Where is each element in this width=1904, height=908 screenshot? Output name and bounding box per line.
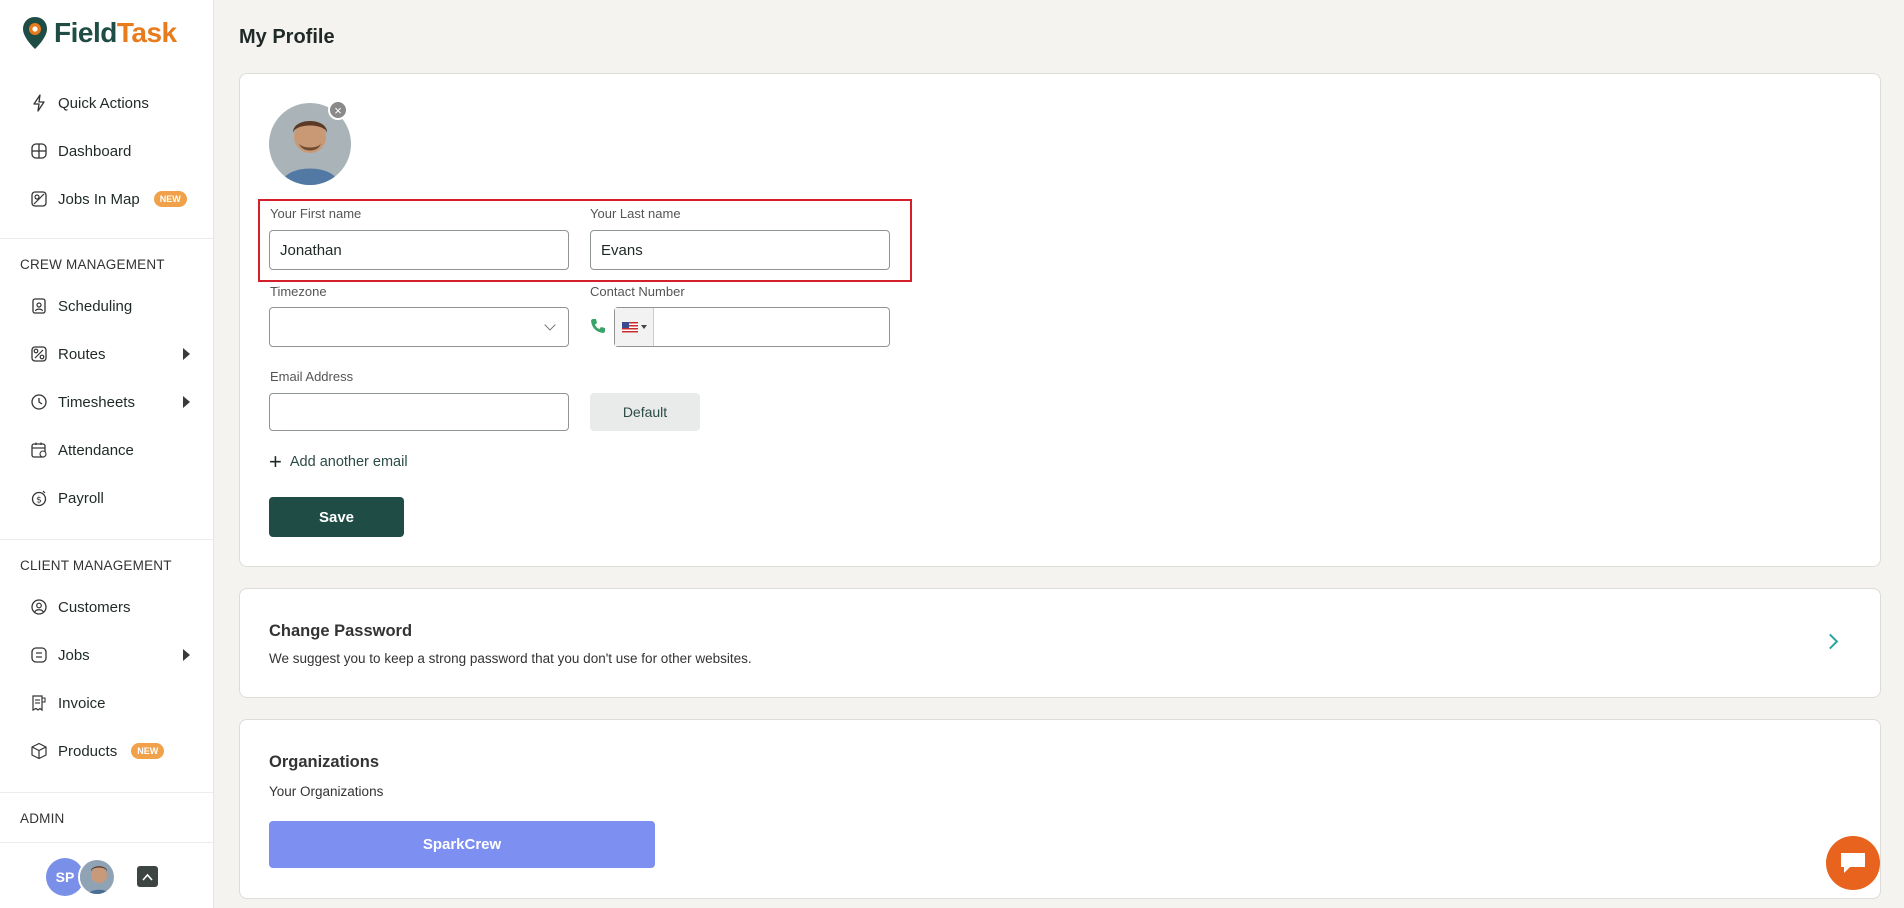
last-name-label: Your Last name [590,206,681,221]
contact-number-input[interactable] [655,308,889,346]
map-icon [30,190,48,208]
email-address-label: Email Address [270,369,354,384]
sidebar-item-jobs-in-map[interactable]: Jobs In Map NEW [30,187,190,211]
logo-text-task: Task [116,17,177,48]
sidebar-item-label: Invoice [58,694,106,712]
timezone-label: Timezone [270,284,327,299]
sidebar-item-products[interactable]: Products NEW [30,739,190,763]
sidebar-item-label: Quick Actions [58,94,149,112]
sidebar-item-customers[interactable]: Customers [30,595,190,619]
chevron-up-icon [142,873,153,881]
sidebar-divider [0,792,214,793]
first-name-input[interactable] [269,230,569,270]
expand-caret-icon[interactable] [183,348,190,360]
contact-number-label: Contact Number [590,284,685,299]
sidebar-divider [0,238,214,239]
chat-icon [1841,853,1865,873]
change-password-card[interactable] [239,588,1881,698]
add-email-label: Add another email [289,454,408,470]
contact-number-field [614,307,890,347]
new-badge: NEW [131,743,165,759]
change-password-description: We suggest you to keep a strong password… [269,651,752,666]
sidebar-item-jobs[interactable]: Jobs [30,643,190,667]
organization-button-sparkcrew[interactable]: SparkCrew [269,821,655,868]
caret-down-icon [640,325,647,329]
sidebar-item-dashboard[interactable]: Dashboard [30,139,190,163]
phone-icon [590,318,606,334]
email-address-input[interactable] [269,393,569,431]
change-password-title: Change Password [269,622,413,640]
grid-icon [30,142,48,160]
route-icon [30,345,48,363]
save-button[interactable]: Save [269,497,404,537]
logo-text-field: Field [54,17,117,48]
section-title-admin: ADMIN [20,811,65,826]
clock-icon [30,393,48,411]
svg-text:$: $ [36,496,42,506]
user-avatar[interactable] [78,858,116,896]
sidebar-item-label: Customers [58,598,131,616]
last-name-input[interactable] [590,230,890,270]
sidebar-item-label: Jobs [58,646,90,664]
country-code-select[interactable] [615,308,654,346]
organizations-card [239,719,1881,899]
sidebar-item-label: Dashboard [58,142,132,160]
expand-user-menu-button[interactable] [137,866,158,887]
payroll-icon: $ [30,489,48,507]
invoice-icon [30,694,48,712]
us-flag-icon [621,321,638,333]
expand-caret-icon[interactable] [183,649,190,661]
plus-icon: + [269,449,282,474]
jobs-list-icon [30,646,48,664]
sidebar-item-label: Payroll [58,489,104,507]
sidebar-item-label: Attendance [58,441,134,459]
sidebar-item-attendance[interactable]: Attendance [30,438,190,462]
close-icon: × [334,102,342,118]
sidebar-item-invoice[interactable]: Invoice [30,691,190,715]
sidebar-item-label: Routes [58,345,106,363]
section-title-crew: CREW MANAGEMENT [20,257,165,272]
sidebar-divider [0,539,214,540]
timezone-select[interactable] [269,307,569,347]
sidebar-item-label: Products [58,742,118,760]
new-badge: NEW [153,191,187,207]
app-logo[interactable]: FieldTask [22,16,177,50]
sidebar-item-scheduling[interactable]: Scheduling [30,294,190,318]
sidebar-item-quick-actions[interactable]: Quick Actions [30,91,190,115]
add-another-email-button[interactable]: + Add another email [269,451,408,473]
sidebar-item-label: Scheduling [58,297,133,315]
first-name-label: Your First name [270,206,362,221]
sidebar-item-timesheets[interactable]: Timesheets [30,390,190,414]
sidebar-item-label: Jobs In Map [58,190,140,208]
box-icon [30,742,48,760]
default-email-button[interactable]: Default [590,393,700,431]
remove-photo-button[interactable]: × [328,100,348,120]
lightning-icon [30,94,48,112]
calendar-user-icon [30,297,48,315]
chat-widget-button[interactable] [1826,836,1880,890]
section-title-client: CLIENT MANAGEMENT [20,558,172,573]
sidebar: FieldTask Quick Actions Dashboard Jobs I… [0,0,214,908]
page-title: My Profile [239,26,335,48]
sidebar-item-payroll[interactable]: $ Payroll [30,486,190,510]
attendance-icon [30,441,48,459]
chevron-down-icon [544,319,556,331]
fieldtask-logo-icon [22,16,48,50]
user-circle-icon [30,598,48,616]
organizations-title: Organizations [269,753,380,771]
sidebar-item-label: Timesheets [58,393,135,411]
organizations-subtitle: Your Organizations [269,784,384,799]
expand-caret-icon[interactable] [183,396,190,408]
sidebar-item-routes[interactable]: Routes [30,342,190,366]
